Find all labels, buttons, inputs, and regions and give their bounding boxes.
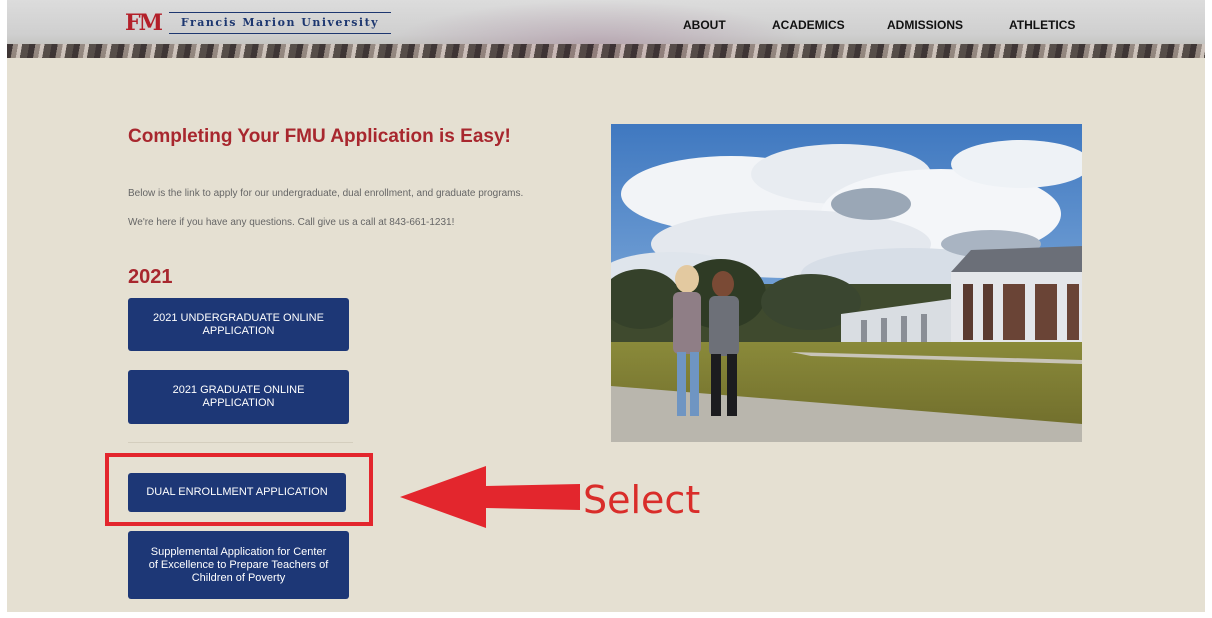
nav-athletics[interactable]: ATHLETICS: [1009, 18, 1075, 32]
undergraduate-application-button[interactable]: 2021 UNDERGRADUATE ONLINE APPLICATION: [128, 298, 349, 351]
highlight-box: [105, 453, 373, 526]
contact-text: We're here if you have any questions. Ca…: [128, 217, 455, 228]
university-logo[interactable]: FM Francis Marion University: [125, 10, 391, 36]
fm-logo-mark: FM: [125, 10, 163, 36]
arrow-left-icon: [400, 466, 580, 528]
university-name: Francis Marion University: [168, 12, 391, 34]
campus-photo: [611, 124, 1082, 442]
site-header: FM Francis Marion University ABOUT ACADE…: [7, 0, 1205, 58]
year-heading: 2021: [128, 266, 173, 288]
intro-text: Below is the link to apply for our under…: [128, 188, 524, 199]
select-annotation-label: Select: [583, 478, 701, 522]
header-tree-band: [7, 44, 1205, 58]
nav-academics[interactable]: ACADEMICS: [772, 18, 845, 32]
supplemental-application-button[interactable]: Supplemental Application for Center of E…: [128, 531, 349, 599]
nav-admissions[interactable]: ADMISSIONS: [887, 18, 963, 32]
campus-students-image: [611, 124, 1082, 442]
nav-about[interactable]: ABOUT: [683, 18, 726, 32]
page: FM Francis Marion University ABOUT ACADE…: [7, 0, 1205, 612]
divider: [128, 442, 353, 443]
page-heading: Completing Your FMU Application is Easy!: [128, 126, 511, 147]
graduate-application-button[interactable]: 2021 GRADUATE ONLINE APPLICATION: [128, 370, 349, 424]
